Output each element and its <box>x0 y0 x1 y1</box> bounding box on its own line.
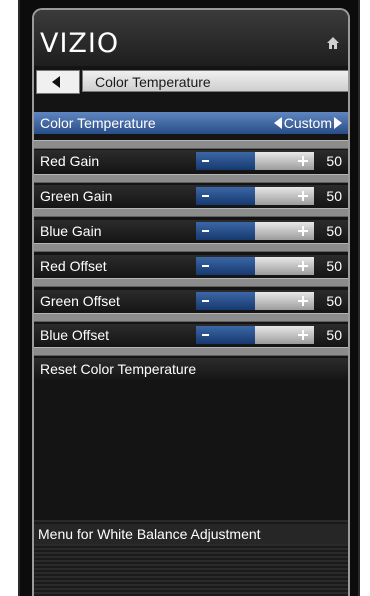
color-temperature-row[interactable]: Color Temperature Custom <box>34 112 348 134</box>
plus-icon <box>298 226 308 236</box>
plus-icon <box>298 156 308 166</box>
plus-icon <box>298 330 308 340</box>
vizio-logo: VIZIO <box>40 28 120 59</box>
row-divider <box>34 174 348 183</box>
blue-offset-slider[interactable] <box>196 326 314 344</box>
help-text: Menu for White Balance Adjustment <box>34 524 348 544</box>
plus-icon <box>298 191 308 201</box>
green-offset-slider[interactable] <box>196 292 314 310</box>
breadcrumb-bar: Color Temperature <box>34 68 348 96</box>
reset-label: Reset Color Temperature <box>40 361 197 377</box>
minus-icon <box>202 334 209 336</box>
page-title: Color Temperature <box>82 70 348 92</box>
minus-icon <box>202 300 209 302</box>
slider-row-blue-offset[interactable]: Blue Offset 50 <box>34 324 348 346</box>
slider-row-green-gain[interactable]: Green Gain 50 <box>34 185 348 207</box>
slider-label: Blue Offset <box>40 327 110 343</box>
help-footer: Menu for White Balance Adjustment <box>34 520 348 596</box>
minus-icon <box>202 265 209 267</box>
minus-icon <box>202 160 209 162</box>
reset-color-temperature-button[interactable]: Reset Color Temperature <box>34 358 348 380</box>
slider-value: 50 <box>326 258 342 274</box>
red-offset-slider[interactable] <box>196 257 314 275</box>
slider-value: 50 <box>326 153 342 169</box>
menu-panel: VIZIO Color Temperature Color Temperatur… <box>32 8 350 596</box>
row-divider <box>34 208 348 217</box>
row-divider <box>34 347 348 356</box>
slider-value: 50 <box>326 327 342 343</box>
slider-value: 50 <box>326 188 342 204</box>
slider-row-blue-gain[interactable]: Blue Gain 50 <box>34 220 348 242</box>
slider-label: Green Offset <box>40 293 120 309</box>
red-gain-slider[interactable] <box>196 152 314 170</box>
minus-icon <box>202 230 209 232</box>
slider-label: Red Gain <box>40 153 100 169</box>
plus-icon <box>298 261 308 271</box>
slider-value: 50 <box>326 293 342 309</box>
slider-label: Green Gain <box>40 188 113 204</box>
home-icon[interactable] <box>326 36 340 50</box>
row-divider <box>34 278 348 287</box>
tv-menu-frame: VIZIO Color Temperature Color Temperatur… <box>18 0 360 596</box>
color-temperature-selector[interactable]: Custom <box>273 112 342 134</box>
color-temperature-value: Custom <box>283 115 332 131</box>
slider-label: Red Offset <box>40 258 107 274</box>
slider-label: Blue Gain <box>40 223 102 239</box>
plus-icon <box>298 296 308 306</box>
slider-row-red-gain[interactable]: Red Gain 50 <box>34 150 348 172</box>
minus-icon <box>202 195 209 197</box>
row-divider <box>34 140 348 149</box>
color-temperature-label: Color Temperature <box>40 115 156 131</box>
slider-value: 50 <box>326 223 342 239</box>
arrow-left-icon[interactable] <box>273 117 282 129</box>
back-button[interactable] <box>36 70 80 94</box>
back-arrow-icon <box>52 76 60 88</box>
slider-row-red-offset[interactable]: Red Offset 50 <box>34 255 348 277</box>
menu-header: VIZIO <box>34 10 348 66</box>
slider-row-green-offset[interactable]: Green Offset 50 <box>34 290 348 312</box>
green-gain-slider[interactable] <box>196 187 314 205</box>
row-divider <box>34 313 348 322</box>
blue-gain-slider[interactable] <box>196 222 314 240</box>
row-divider <box>34 243 348 252</box>
arrow-right-icon[interactable] <box>334 117 342 129</box>
